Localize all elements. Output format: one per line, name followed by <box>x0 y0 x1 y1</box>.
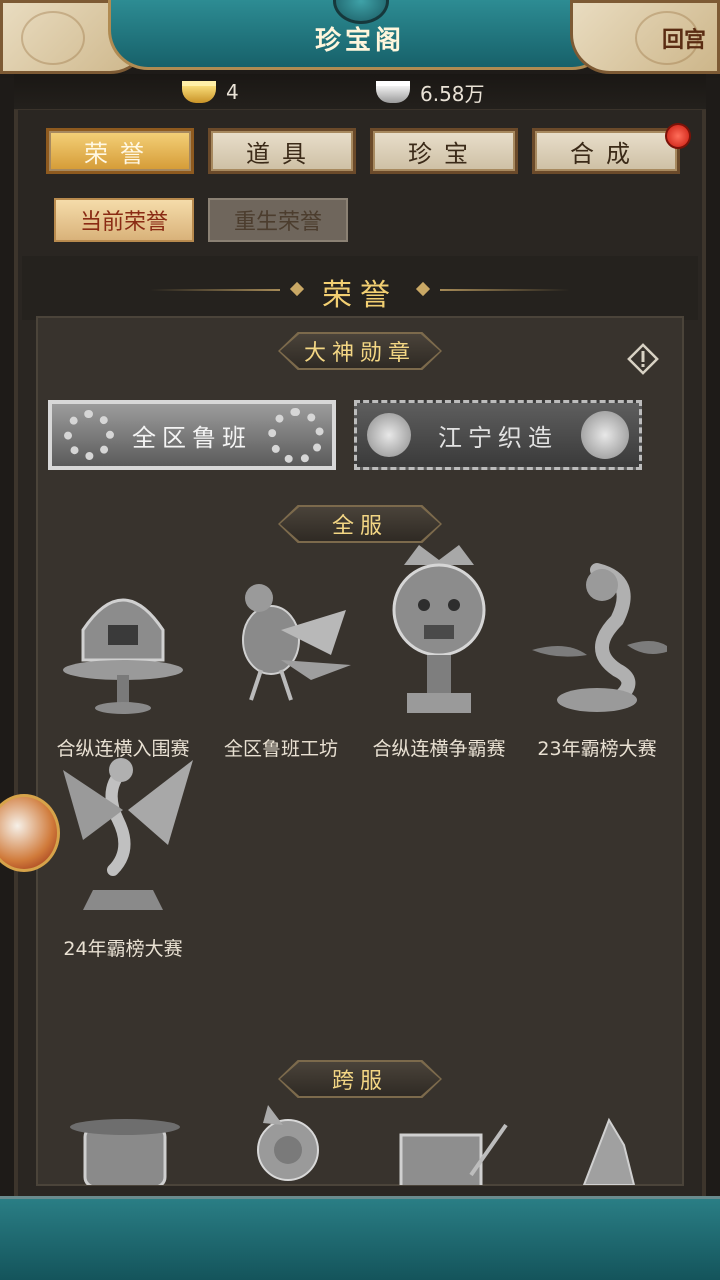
phoenix-statue-icon <box>63 758 193 910</box>
bottom-bar <box>0 1196 720 1280</box>
honor-item[interactable] <box>40 1105 210 1185</box>
honor-item[interactable]: 合纵连横争霸赛 <box>354 545 524 761</box>
divider-right <box>440 289 570 291</box>
ribbon-medals: 大神勋章 <box>280 334 440 368</box>
notification-badge <box>665 123 691 149</box>
tab-items[interactable]: 道具 <box>208 128 356 174</box>
info-icon[interactable] <box>624 340 662 378</box>
page-title: 珍宝阁 <box>314 26 405 56</box>
honor-item[interactable] <box>356 1105 526 1185</box>
back-button[interactable]: 回宫 <box>662 22 706 54</box>
gear-icon <box>64 410 114 460</box>
tab-honor-label: 荣誉 <box>84 139 156 168</box>
honor-item-label: 全区鲁班工坊 <box>223 738 338 760</box>
honor-item[interactable] <box>514 1105 684 1185</box>
ribbon-all-server: 全服 <box>280 507 440 541</box>
honor-item[interactable]: 23年霸榜大赛 <box>512 560 682 761</box>
title-band: 珍宝阁 <box>108 0 612 70</box>
silver-amount: 6.58万 <box>420 81 485 106</box>
tab-synthesis-label: 合成 <box>570 139 642 168</box>
section-title: 荣誉 <box>322 278 398 313</box>
honor-item[interactable]: 24年霸榜大赛 <box>38 750 208 961</box>
gold-currency: 4 <box>182 78 239 106</box>
top-header: 珍宝阁 回宫 <box>0 0 720 78</box>
rose-icon <box>257 1105 319 1181</box>
subtab-rebirth-honor[interactable]: 重生荣誉 <box>208 198 348 242</box>
lion-statue-icon <box>392 545 486 713</box>
medal-luban-label: 全区鲁班 <box>132 423 252 452</box>
currency-bar: 4 6.58万 <box>14 74 706 110</box>
honor-item[interactable] <box>198 1105 368 1185</box>
silver-ingot-icon <box>376 81 410 103</box>
mountain-icon <box>582 1117 636 1185</box>
honor-item[interactable]: 全区鲁班工坊 <box>196 570 366 761</box>
gold-amount: 4 <box>226 80 239 104</box>
tab-items-label: 道具 <box>246 139 318 168</box>
tab-synthesis[interactable]: 合成 <box>532 123 691 174</box>
tab-treasure[interactable]: 珍宝 <box>370 128 518 174</box>
honor-item-label: 合纵连横争霸赛 <box>372 738 506 760</box>
tab-treasure-label: 珍宝 <box>408 139 480 168</box>
tab-honor[interactable]: 荣誉 <box>46 128 194 174</box>
honor-item-label: 24年霸榜大赛 <box>63 938 183 960</box>
gear-icon <box>268 408 324 464</box>
scroll-brush-icon <box>399 1123 508 1185</box>
subtab-current-honor[interactable]: 当前荣誉 <box>54 198 194 242</box>
cauldron-icon <box>70 1119 180 1185</box>
medal-jiangning-label: 江宁织造 <box>438 423 558 452</box>
palace-shield-icon <box>63 598 183 714</box>
gold-ingot-icon <box>182 81 216 103</box>
medal-luban[interactable]: 全区鲁班 <box>48 400 336 470</box>
main-tabs: 荣誉 道具 珍宝 合成 <box>32 123 692 184</box>
medal-jiangning[interactable]: 江宁织造 <box>354 400 642 470</box>
flower-icon <box>581 411 629 459</box>
honor-item-label: 23年霸榜大赛 <box>537 738 657 760</box>
flower-icon <box>367 413 411 457</box>
dragon-statue-icon <box>532 563 672 712</box>
mechanical-bird-icon <box>242 584 351 701</box>
silver-currency: 6.58万 <box>376 78 485 106</box>
honor-item[interactable]: 合纵连横入围赛 <box>38 570 208 761</box>
ribbon-cross-server: 跨服 <box>280 1062 440 1096</box>
